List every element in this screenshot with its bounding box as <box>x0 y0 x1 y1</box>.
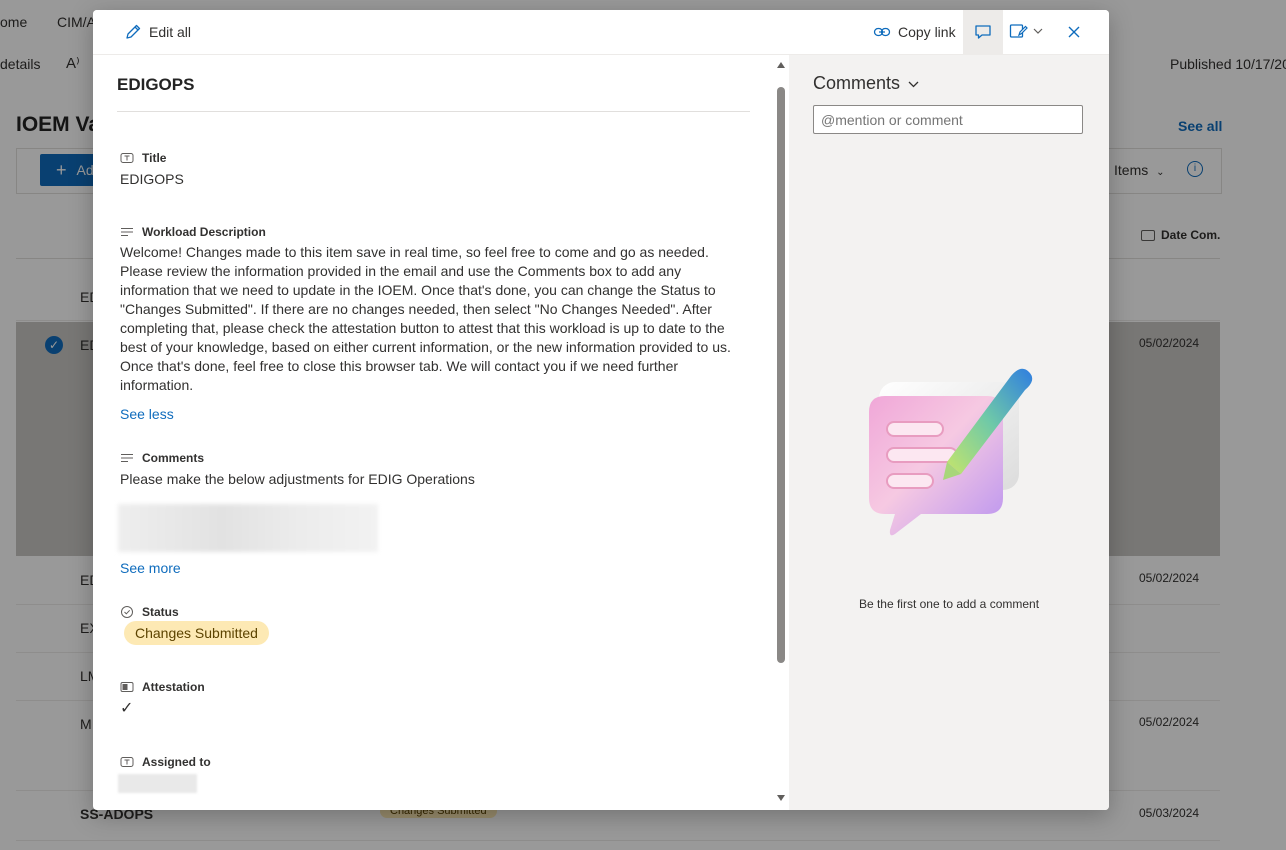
heading-divider <box>117 111 750 112</box>
dialog-toolbar: Edit all Copy link <box>93 10 1109 55</box>
item-details-dialog: Edit all Copy link EDIGOPS Title EDIGOPS… <box>93 10 1109 810</box>
scrollbar-thumb[interactable] <box>777 87 785 663</box>
edit-form-button[interactable] <box>1009 22 1043 40</box>
attestation-label-text: Attestation <box>142 680 205 694</box>
close-button[interactable] <box>1065 23 1083 41</box>
workload-description-value[interactable]: Welcome! Changes made to this item save … <box>120 243 750 395</box>
pencil-icon <box>124 23 142 41</box>
comments-label-text: Comments <box>142 451 205 465</box>
comments-field-value[interactable]: Please make the below adjustments for ED… <box>120 471 475 487</box>
assigned-to-label-text: Assigned to <box>142 755 211 769</box>
scroll-down-arrow-icon[interactable] <box>777 795 785 801</box>
status-pill[interactable]: Changes Submitted <box>124 621 269 645</box>
item-heading: EDIGOPS <box>117 75 195 94</box>
comments-header[interactable]: Comments <box>813 73 919 94</box>
comments-illustration <box>851 360 1041 550</box>
edit-all-label: Edit all <box>149 24 192 40</box>
status-label-text: Status <box>142 605 179 619</box>
comments-pane: Comments @mention or comment Be the firs… <box>789 55 1109 810</box>
comments-field-label: Comments <box>120 451 204 465</box>
copy-link-button[interactable]: Copy link <box>873 23 956 41</box>
form-edit-icon <box>1009 22 1029 40</box>
comment-input[interactable] <box>813 105 1083 134</box>
assigned-to-field-label: Assigned to <box>120 755 211 769</box>
chevron-down-icon <box>1033 22 1043 40</box>
multiline-text-icon <box>120 225 134 239</box>
workload-label-text: Workload Description <box>142 225 266 239</box>
title-field-value[interactable]: EDIGOPS <box>120 171 184 187</box>
chevron-down-icon <box>908 80 919 88</box>
title-field-label: Title <box>120 151 166 165</box>
multiline-text-icon <box>120 451 134 465</box>
attestation-field-label: Attestation <box>120 680 205 694</box>
close-icon <box>1065 23 1083 41</box>
workload-description-label: Workload Description <box>120 225 266 239</box>
attestation-checkmark-icon[interactable]: ✓ <box>120 698 133 718</box>
status-field-label: Status <box>120 605 179 619</box>
assigned-to-blurred <box>118 774 197 793</box>
yes-no-toggle-icon <box>120 680 134 694</box>
status-choice-icon <box>120 605 134 619</box>
blurred-content <box>118 504 378 552</box>
see-more-link[interactable]: See more <box>120 560 181 576</box>
comments-header-label: Comments <box>813 73 901 93</box>
title-label-text: Title <box>142 151 167 165</box>
text-field-icon <box>120 755 134 769</box>
see-less-link[interactable]: See less <box>120 406 174 422</box>
text-field-icon <box>120 151 134 165</box>
copy-link-label: Copy link <box>898 24 956 40</box>
comments-toggle-button[interactable] <box>963 10 1003 54</box>
empty-comments-message: Be the first one to add a comment <box>858 597 1040 611</box>
link-icon <box>873 23 891 41</box>
scroll-up-arrow-icon[interactable] <box>777 62 785 68</box>
item-form-pane: EDIGOPS Title EDIGOPS Workload Descripti… <box>93 55 789 810</box>
edit-all-button[interactable]: Edit all <box>124 23 191 41</box>
comment-icon <box>974 23 992 41</box>
